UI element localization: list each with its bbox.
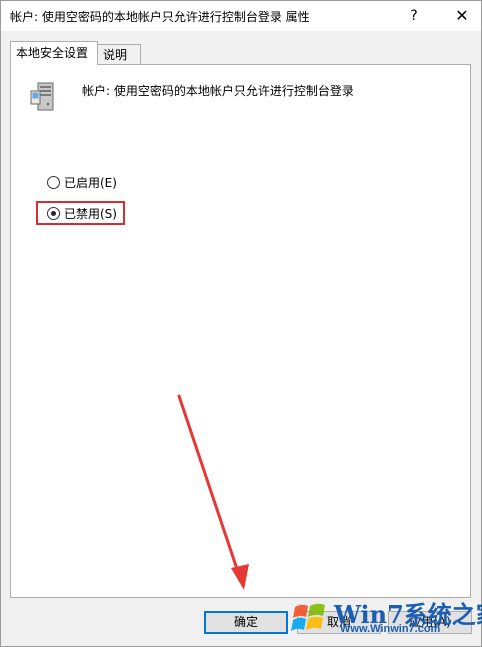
apply-button[interactable]: 应用(A) [388,611,472,634]
radio-enabled[interactable]: 已启用(E) [47,173,117,191]
window-title: 帐户: 使用空密码的本地帐户只允许进行控制台登录 属性 [10,10,310,24]
title-bar: 帐户: 使用空密码的本地帐户只允许进行控制台登录 属性 ? ✕ [1,1,481,31]
ok-button[interactable]: 确定 [204,611,288,634]
properties-dialog: 帐户: 使用空密码的本地帐户只允许进行控制台登录 属性 ? ✕ 本地安全设置 说… [0,0,482,647]
tab-content-panel: 帐户: 使用空密码的本地帐户只允许进行控制台登录 已启用(E) 已禁用(S) [10,64,471,598]
cancel-button[interactable]: 取消 [297,611,381,634]
radio-enabled-label[interactable]: 已启用(E) [64,174,117,191]
tab-explain[interactable]: 说明 [97,44,141,65]
close-button[interactable]: ✕ [447,4,477,28]
tab-local-security-setting[interactable]: 本地安全设置 [10,41,98,65]
help-button[interactable]: ? [399,5,429,27]
highlight-box [36,201,125,225]
policy-name: 帐户: 使用空密码的本地帐户只允许进行控制台登录 [82,84,354,98]
server-computer-icon [30,82,54,111]
radio-enabled-indicator[interactable] [47,175,60,189]
